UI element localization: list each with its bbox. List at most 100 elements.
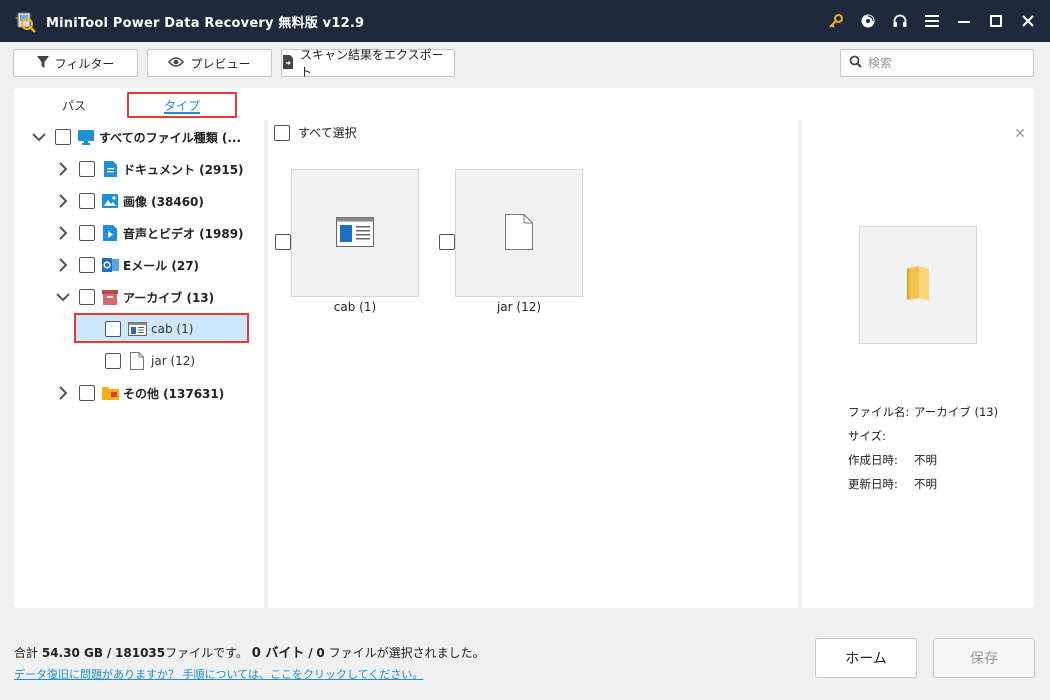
checkbox[interactable] bbox=[105, 353, 121, 369]
select-all-row[interactable]: すべて選択 bbox=[274, 124, 357, 141]
preview-key: 更新日時: bbox=[848, 477, 898, 491]
total-size: 54.30 GB bbox=[41, 646, 103, 660]
tree-item-archive[interactable]: アーカイブ (13) bbox=[55, 284, 214, 310]
tab-path-label: パス bbox=[61, 98, 86, 113]
checkbox[interactable] bbox=[79, 385, 95, 401]
tree-item-label: 音声とビデオ (1989) bbox=[123, 226, 244, 241]
checkbox[interactable] bbox=[79, 161, 95, 177]
status-bar: 合計 54.30 GB / 181035ファイルです。 0 バイト / 0 ファ… bbox=[0, 612, 1050, 700]
close-icon[interactable] bbox=[1012, 0, 1044, 42]
checkbox[interactable] bbox=[105, 321, 121, 337]
tree-root-label: すべてのファイル種類 (... bbox=[99, 130, 242, 145]
thumbnail-cab[interactable] bbox=[291, 169, 419, 297]
export-scan-results-button[interactable]: スキャン結果をエクスポート bbox=[281, 48, 455, 79]
preview-label: プレビュー bbox=[190, 56, 251, 71]
folder-icon bbox=[905, 265, 931, 305]
headset-icon[interactable] bbox=[884, 0, 916, 42]
tree-item-images[interactable]: 画像 (38460) bbox=[55, 188, 204, 214]
image-icon bbox=[101, 192, 119, 210]
preview-button[interactable]: プレビュー bbox=[147, 49, 272, 77]
minimize-icon[interactable] bbox=[948, 0, 980, 42]
preview-row-created: 作成日時: 不明 bbox=[848, 452, 937, 468]
chevron-right-icon[interactable] bbox=[55, 385, 71, 401]
search-icon bbox=[849, 55, 862, 71]
export-label: スキャン結果をエクスポート bbox=[300, 48, 444, 79]
filter-button[interactable]: フィルター bbox=[13, 49, 138, 77]
preview-key: 作成日時: bbox=[848, 453, 898, 467]
thumbnail-checkbox[interactable] bbox=[275, 234, 291, 250]
checkbox[interactable] bbox=[79, 257, 95, 273]
chevron-right-icon[interactable] bbox=[55, 225, 71, 241]
tab-path[interactable]: パス bbox=[44, 92, 104, 118]
chevron-right-icon[interactable] bbox=[55, 161, 71, 177]
archive-icon bbox=[101, 288, 119, 306]
preview-key: ファイル名: bbox=[848, 405, 910, 419]
summary-prefix: 合計 bbox=[14, 646, 39, 660]
maximize-icon[interactable] bbox=[980, 0, 1012, 42]
files-suffix: ファイルです。 bbox=[165, 646, 248, 660]
main-panel: パス タイプ すべてのファイル種類 (... ドキュメント (2915) 画像 … bbox=[14, 88, 1034, 608]
chevron-down-icon[interactable] bbox=[55, 289, 71, 305]
blank-file-icon bbox=[127, 352, 147, 370]
filter-label: フィルター bbox=[54, 56, 115, 71]
thumbnail-label: cab (1) bbox=[333, 300, 377, 314]
home-button[interactable]: ホーム bbox=[815, 638, 917, 678]
tree-child-label: cab (1) bbox=[151, 322, 194, 336]
folder-icon bbox=[101, 384, 119, 402]
tab-type[interactable]: タイプ bbox=[127, 92, 237, 118]
preview-key: サイズ: bbox=[848, 429, 887, 443]
preview-value: 不明 bbox=[914, 477, 937, 491]
checkbox[interactable] bbox=[55, 129, 71, 145]
toolbar: フィルター プレビュー スキャン結果をエクスポート bbox=[0, 42, 1050, 84]
tree-item-email[interactable]: Eメール (27) bbox=[55, 252, 199, 278]
tree-item-documents[interactable]: ドキュメント (2915) bbox=[55, 156, 244, 182]
thumbnail-jar[interactable] bbox=[455, 169, 583, 297]
chevron-right-icon[interactable] bbox=[55, 193, 71, 209]
disc-icon[interactable] bbox=[852, 0, 884, 42]
checkbox[interactable] bbox=[79, 225, 95, 241]
preview-thumbnail bbox=[859, 226, 977, 344]
tree-child-cab[interactable]: cab (1) bbox=[105, 316, 193, 342]
selected-files: 0 bbox=[316, 646, 325, 660]
chevron-right-icon[interactable] bbox=[55, 257, 71, 273]
media-icon bbox=[101, 224, 119, 242]
checkbox[interactable] bbox=[79, 193, 95, 209]
file-grid: すべて選択 cab (1) jar (12) bbox=[268, 120, 798, 608]
save-button[interactable]: 保存 bbox=[933, 638, 1035, 678]
search-box[interactable] bbox=[840, 49, 1034, 77]
document-icon bbox=[101, 160, 119, 178]
preview-pane: ✕ ファイル名: アーカイブ (13) サイズ: 作成日時: 不明 更新日時: … bbox=[802, 120, 1034, 608]
select-all-label: すべて選択 bbox=[298, 126, 357, 140]
close-preview-icon[interactable]: ✕ bbox=[1014, 126, 1026, 142]
blank-file-icon bbox=[505, 213, 533, 253]
selected-suffix: ファイルが選択されました。 bbox=[328, 646, 485, 660]
summary-separator: / bbox=[106, 646, 112, 660]
thumbnail-checkbox[interactable] bbox=[439, 234, 455, 250]
preview-value: アーカイブ (13) bbox=[914, 405, 999, 419]
tree-item-label: Eメール (27) bbox=[123, 258, 200, 273]
cab-file-icon bbox=[336, 216, 374, 250]
app-logo-icon bbox=[12, 8, 38, 34]
tree-item-other[interactable]: その他 (137631) bbox=[55, 380, 224, 406]
key-icon[interactable] bbox=[820, 0, 852, 42]
preview-value: 不明 bbox=[914, 453, 937, 467]
export-icon bbox=[282, 54, 294, 72]
tree-child-label: jar (12) bbox=[151, 354, 196, 368]
help-link[interactable]: データ復旧に問題がありますか？ 手順については、ここをクリックしてください。 bbox=[14, 666, 423, 682]
preview-row-modified: 更新日時: 不明 bbox=[848, 476, 937, 492]
menu-icon[interactable] bbox=[916, 0, 948, 42]
monitor-icon bbox=[77, 128, 95, 146]
chevron-down-icon[interactable] bbox=[31, 129, 47, 145]
tree-child-jar[interactable]: jar (12) bbox=[105, 348, 195, 374]
tree-root-row[interactable]: すべてのファイル種類 (... bbox=[31, 124, 241, 150]
outlook-icon bbox=[101, 256, 119, 274]
tree-item-audio-video[interactable]: 音声とビデオ (1989) bbox=[55, 220, 244, 246]
total-files: 181035 bbox=[115, 646, 166, 660]
scan-summary: 合計 54.30 GB / 181035ファイルです。 0 バイト / 0 ファ… bbox=[14, 642, 485, 661]
checkbox[interactable] bbox=[79, 289, 95, 305]
tree-item-label: 画像 (38460) bbox=[123, 194, 204, 209]
select-all-checkbox[interactable] bbox=[274, 124, 290, 141]
thumbnail-label: jar (12) bbox=[496, 300, 542, 314]
file-type-tree: すべてのファイル種類 (... ドキュメント (2915) 画像 (38460) bbox=[14, 120, 264, 608]
search-input[interactable] bbox=[868, 56, 1028, 70]
